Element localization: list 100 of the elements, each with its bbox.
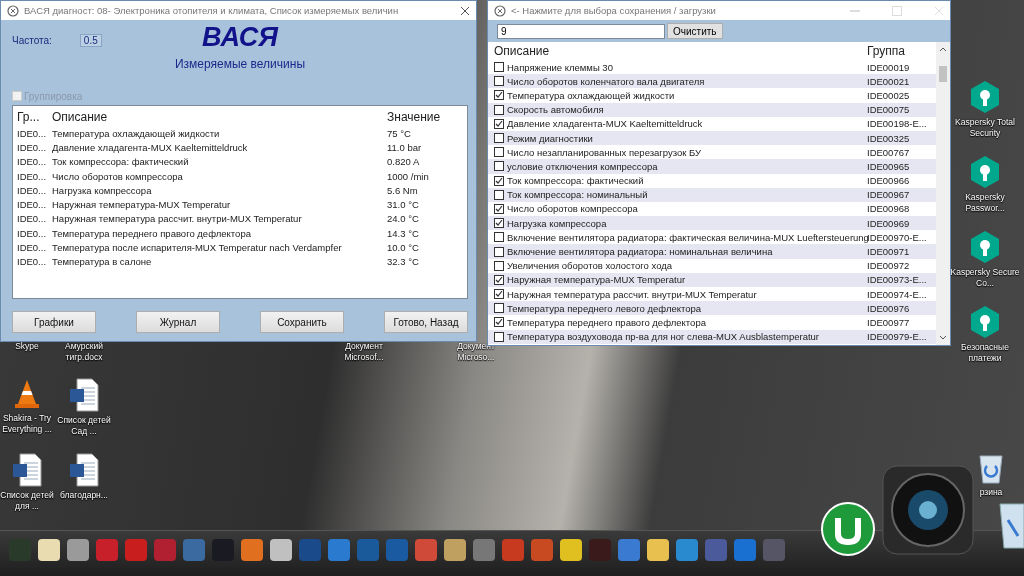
- list-item-label[interactable]: Скорость автомобиля: [507, 104, 604, 116]
- column-header[interactable]: Гр...: [17, 110, 52, 124]
- checkbox[interactable]: [494, 175, 504, 186]
- list-item-label[interactable]: Нагрузка компрессора: [507, 217, 607, 229]
- column-header[interactable]: Значение: [387, 110, 467, 124]
- checkbox[interactable]: [494, 232, 504, 243]
- list-item-label[interactable]: Режим диагностики: [507, 132, 593, 144]
- checkbox[interactable]: [494, 203, 504, 214]
- checkbox[interactable]: [494, 147, 504, 158]
- checkbox[interactable]: [494, 118, 504, 129]
- desktop-icon-label[interactable]: Амурский тигр.docx: [57, 341, 111, 363]
- table-cell-text: IDE00021: [867, 75, 911, 87]
- traffic-cone-icon[interactable]: [12, 378, 42, 410]
- table-cell-text: IDE00967: [867, 189, 911, 201]
- column-header[interactable]: Описание: [494, 44, 867, 58]
- action-button[interactable]: Сохранить: [260, 311, 344, 333]
- checkbox[interactable]: [494, 90, 504, 101]
- scrollbar[interactable]: [936, 42, 950, 345]
- camera-lens-icon[interactable]: [882, 465, 974, 555]
- checkbox[interactable]: [494, 260, 504, 271]
- table-cell-text: IDE00973-E...: [867, 274, 928, 286]
- checkbox[interactable]: [494, 289, 504, 300]
- table-cell-text: IDE00019: [867, 61, 911, 73]
- checkbox[interactable]: [494, 133, 504, 144]
- checkbox[interactable]: [494, 76, 504, 87]
- logo-text: ВАСЯ: [202, 22, 278, 53]
- desktop-icon-label[interactable]: Документ Microsof...: [334, 341, 394, 363]
- list-item-label[interactable]: Ток компрессора: номинальный: [507, 189, 648, 201]
- shield-icon[interactable]: [969, 305, 1001, 339]
- table-cell-text: 11.0 bar: [387, 141, 423, 153]
- shield-icon[interactable]: [969, 80, 1001, 114]
- list-item-label[interactable]: Включение вентилятора радиатора: фактическая величина-MUX Lueftersteuerung: [507, 231, 869, 243]
- frequency-label: Частота:: [12, 35, 52, 46]
- desktop-icon-label[interactable]: Kaspersky Secure Co...: [949, 267, 1021, 289]
- document-icon[interactable]: [69, 378, 99, 412]
- desktop-icon-label[interactable]: благодарн...: [60, 490, 108, 501]
- desktop-icon-label[interactable]: Kaspersky Total Security: [949, 117, 1021, 139]
- clear-button[interactable]: Очистить: [667, 23, 723, 39]
- desktop-icon-label[interactable]: рзина: [979, 487, 1003, 498]
- desktop-icon-label[interactable]: Список детей Сад ...: [57, 415, 111, 437]
- list-item-label[interactable]: Ток компрессора: фактический: [507, 175, 644, 187]
- checkbox[interactable]: [494, 189, 504, 200]
- checkbox[interactable]: [494, 104, 504, 115]
- frequency-field[interactable]: 0.5: [79, 34, 102, 47]
- trash-bin-icon[interactable]: [998, 500, 1024, 550]
- table-cell-text: Число оборотов компрессора: [52, 170, 184, 182]
- desktop-icon-label[interactable]: Skype: [15, 341, 39, 352]
- list-item-label[interactable]: Наружная температура-MUX Temperatur: [507, 274, 686, 286]
- table-cell-text: IDE0...: [17, 127, 48, 139]
- table-cell-text: IDE00977: [867, 316, 911, 328]
- column-header[interactable]: Группа: [867, 44, 936, 58]
- checkbox[interactable]: [494, 274, 504, 285]
- table-cell-text: IDE00971: [867, 246, 911, 258]
- list-item-label[interactable]: Увеличения оборотов холостого хода: [507, 260, 673, 272]
- table-cell-text: Давление хладагента-MUX Kaeltemitteldruck: [52, 141, 249, 153]
- scroll-down-icon[interactable]: [939, 335, 947, 341]
- desktop-icon-label[interactable]: Безопасные платежи: [949, 342, 1021, 364]
- list-item-label[interactable]: Температура воздуховода пр-ва для ног слева-MUX Ausblastemperatur: [507, 331, 820, 343]
- shield-icon[interactable]: [969, 230, 1001, 264]
- close-icon[interactable]: [460, 5, 470, 16]
- desktop-icon-label[interactable]: Kaspersky Passwor...: [949, 192, 1021, 214]
- document-icon[interactable]: [12, 453, 42, 487]
- desktop-icon-label[interactable]: Документ Microso...: [446, 341, 506, 363]
- column-header[interactable]: Описание: [52, 110, 387, 124]
- shield-icon[interactable]: [969, 155, 1001, 189]
- desktop-icon-label[interactable]: Список детей для ...: [0, 490, 54, 512]
- list-item-label[interactable]: Давление хладагента-MUX Kaeltemitteldruck: [507, 118, 703, 130]
- document-icon[interactable]: [69, 453, 99, 487]
- table-cell-text: 0.820 A: [387, 156, 421, 168]
- action-button[interactable]: Графики: [12, 311, 96, 333]
- table-cell-text: IDE0...: [17, 213, 48, 225]
- checkbox[interactable]: [494, 62, 504, 73]
- table-cell-text: 5.6 Nm: [387, 184, 419, 196]
- checkbox[interactable]: [494, 331, 504, 342]
- list-item-label[interactable]: Температура переднего левого дефлектора: [507, 302, 702, 314]
- list-item-label[interactable]: условие отключения компрессора: [507, 160, 658, 172]
- list-item-label[interactable]: Число оборотов компрессора: [507, 203, 638, 215]
- table-cell-text: IDE0...: [17, 184, 48, 196]
- list-item-label[interactable]: Температура переднего правого дефлектора: [507, 316, 706, 328]
- checkbox[interactable]: [494, 218, 504, 229]
- checkbox[interactable]: [494, 303, 504, 314]
- list-item-label[interactable]: Число оборотов коленчатого вала двигателя: [507, 75, 705, 87]
- search-field[interactable]: 9: [497, 23, 665, 39]
- checkbox[interactable]: [494, 317, 504, 328]
- trash-bin-icon[interactable]: [977, 452, 1005, 484]
- list-item-label[interactable]: Температура охлаждающей жидкости: [507, 89, 675, 101]
- checkbox[interactable]: [494, 246, 504, 257]
- action-button[interactable]: Готово, Назад: [384, 311, 468, 333]
- checkbox[interactable]: [494, 161, 504, 172]
- scroll-thumb[interactable]: [939, 66, 947, 82]
- list-item-label[interactable]: Наружная температура рассчит. внутри-MUX Temperatur: [507, 288, 757, 300]
- desktop-icon-label[interactable]: Shakira - Try Everything ...: [0, 413, 54, 435]
- list-item-label[interactable]: Напряжение клеммы 30: [507, 61, 613, 73]
- list-item-label[interactable]: Включение вентилятора радиатора: номинальная величина: [507, 246, 773, 258]
- action-button[interactable]: Журнал: [136, 311, 220, 333]
- scroll-up-icon[interactable]: [939, 46, 947, 52]
- table-cell-text: 14.3 °C: [387, 227, 420, 239]
- table-cell-text: Нагрузка компрессора: [52, 184, 153, 196]
- list-item-label[interactable]: Число незапланированных перезагрузок БУ: [507, 146, 702, 158]
- table-cell-text: IDE00976: [867, 302, 911, 314]
